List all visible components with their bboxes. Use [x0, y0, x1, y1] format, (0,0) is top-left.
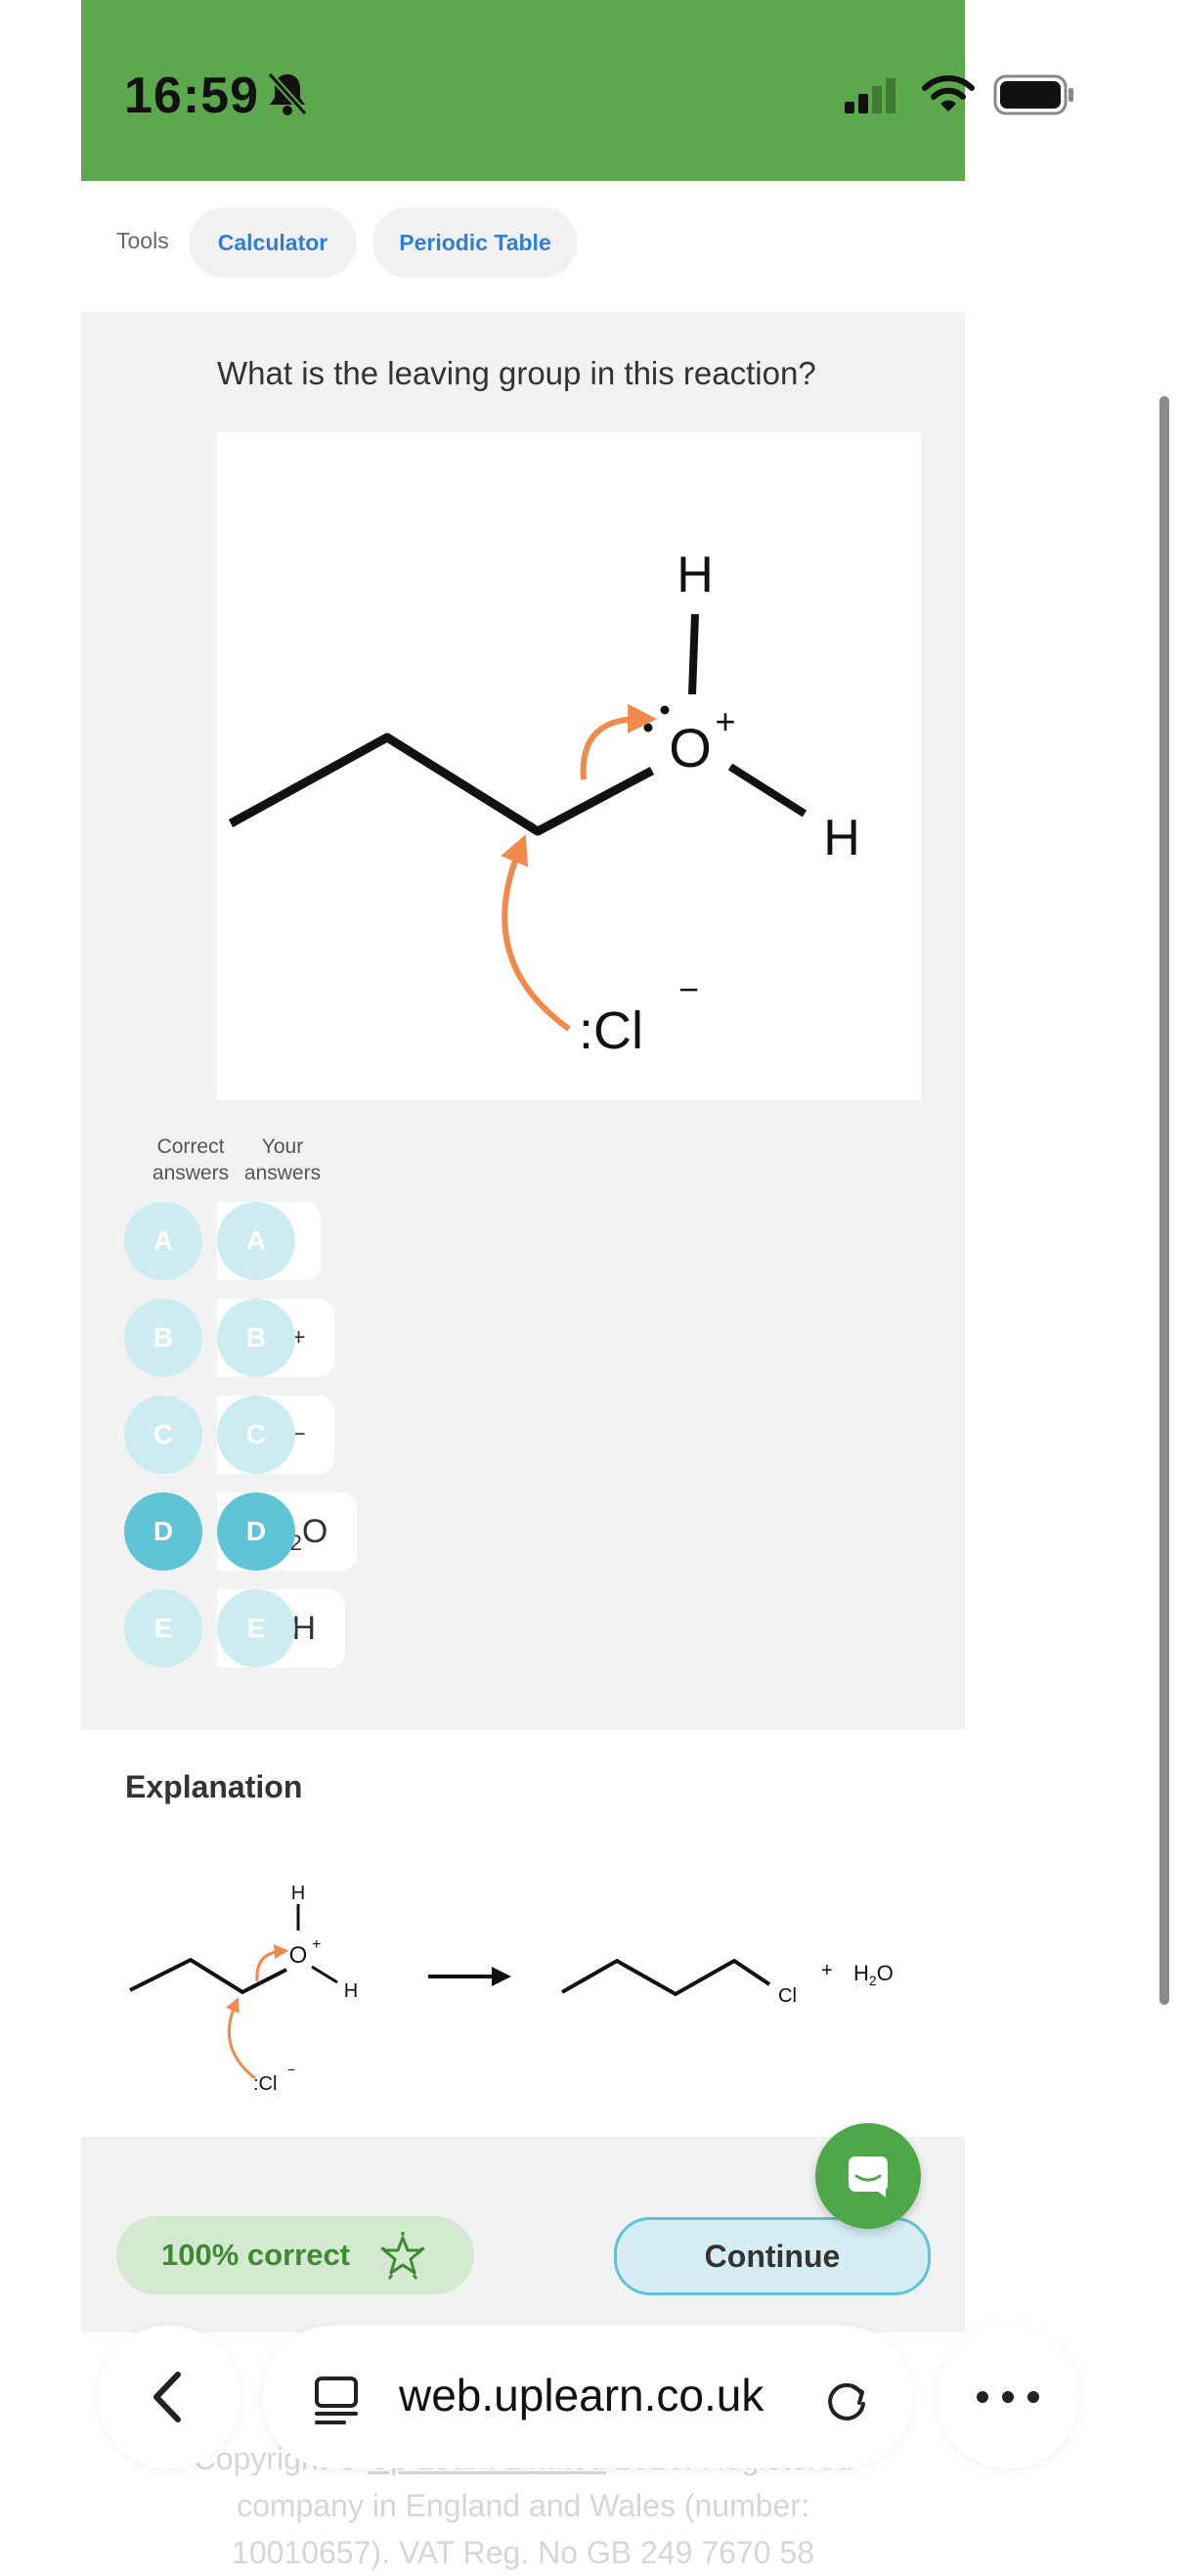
expl-oxygen: O — [289, 1942, 308, 1969]
expl-water: H2O — [853, 1961, 894, 1988]
explanation-panel: Explanation H H O + :Cl − Cl + H2O — [81, 1730, 965, 2137]
chloride-label: :Cl — [579, 1001, 643, 1060]
correct-answer-b: B — [124, 1299, 202, 1377]
url-text: web.uplearn.co.uk — [399, 2370, 764, 2421]
explanation-diagram: H H O + :Cl − Cl + H2O — [129, 1883, 894, 2095]
hydrogen-right-label: H — [823, 810, 860, 866]
your-answer-c[interactable]: C — [217, 1396, 295, 1474]
address-bar[interactable]: web.uplearn.co.uk — [262, 2326, 913, 2468]
tools-label: Tools — [116, 228, 169, 253]
hydrogen-top-label: H — [677, 547, 714, 603]
correct-answer-e: E — [124, 1589, 202, 1667]
expl-plus-sign: + — [821, 1960, 833, 1981]
correct-answer-a: A — [124, 1202, 202, 1280]
reload-icon[interactable] — [817, 2371, 876, 2429]
oxygen-label: O — [669, 717, 712, 778]
continue-button[interactable]: Continue — [614, 2217, 931, 2295]
browser-toolbar: web.uplearn.co.uk — [0, 2318, 1179, 2474]
curved-arrow-oxygen — [580, 703, 657, 780]
chat-icon — [849, 2156, 888, 2198]
expl-chlorine-product: Cl — [778, 1985, 797, 2007]
wifi-icon — [922, 75, 975, 111]
calculator-button[interactable]: Calculator — [189, 207, 357, 278]
your-answer-d[interactable]: D — [217, 1492, 295, 1571]
question-text: What is the leaving group in this reacti… — [217, 355, 816, 391]
expl-oxygen-charge: + — [312, 1936, 321, 1953]
expl-chloride-charge: − — [287, 2062, 295, 2077]
chevron-left-icon — [153, 2372, 181, 2422]
tools-bar: Tools Calculator Periodic Table — [81, 181, 965, 312]
tabs-icon — [315, 2376, 358, 2424]
expl-chloride: :Cl — [253, 2073, 277, 2095]
battery-icon — [993, 74, 1073, 115]
explanation-title: Explanation — [125, 1769, 303, 1804]
periodic-table-button[interactable]: Periodic Table — [372, 207, 578, 278]
scrollbar[interactable] — [1159, 396, 1169, 2005]
chat-button[interactable] — [815, 2123, 921, 2229]
question-panel: What is the leaving group in this reacti… — [81, 312, 965, 1730]
ellipsis-icon — [977, 2391, 1039, 2403]
back-button[interactable] — [98, 2326, 240, 2468]
status-time: 16:59 — [124, 67, 259, 124]
more-button[interactable] — [937, 2326, 1079, 2468]
expl-h-right: H — [344, 1980, 358, 2002]
your-answer-b[interactable]: B — [217, 1299, 295, 1377]
your-answer-e[interactable]: E — [217, 1589, 295, 1667]
your-answers-header: Your answers — [243, 1135, 322, 1184]
star-badge-icon — [380, 2232, 425, 2280]
silent-bell-icon — [267, 71, 308, 116]
signal-icon — [845, 78, 895, 113]
curved-arrow-chloride — [501, 834, 571, 1032]
oxygen-charge: + — [715, 701, 735, 741]
chloride-charge: − — [678, 969, 699, 1009]
correct-answer-c: C — [124, 1396, 202, 1474]
correct-answer-d: D — [124, 1492, 202, 1571]
your-answer-a[interactable]: A — [217, 1202, 295, 1280]
expl-h-top: H — [291, 1883, 305, 1904]
score-badge: 100% correct — [116, 2216, 474, 2294]
reaction-diagram: H H O + :Cl − — [217, 432, 921, 1100]
carbon-chain — [228, 733, 655, 836]
